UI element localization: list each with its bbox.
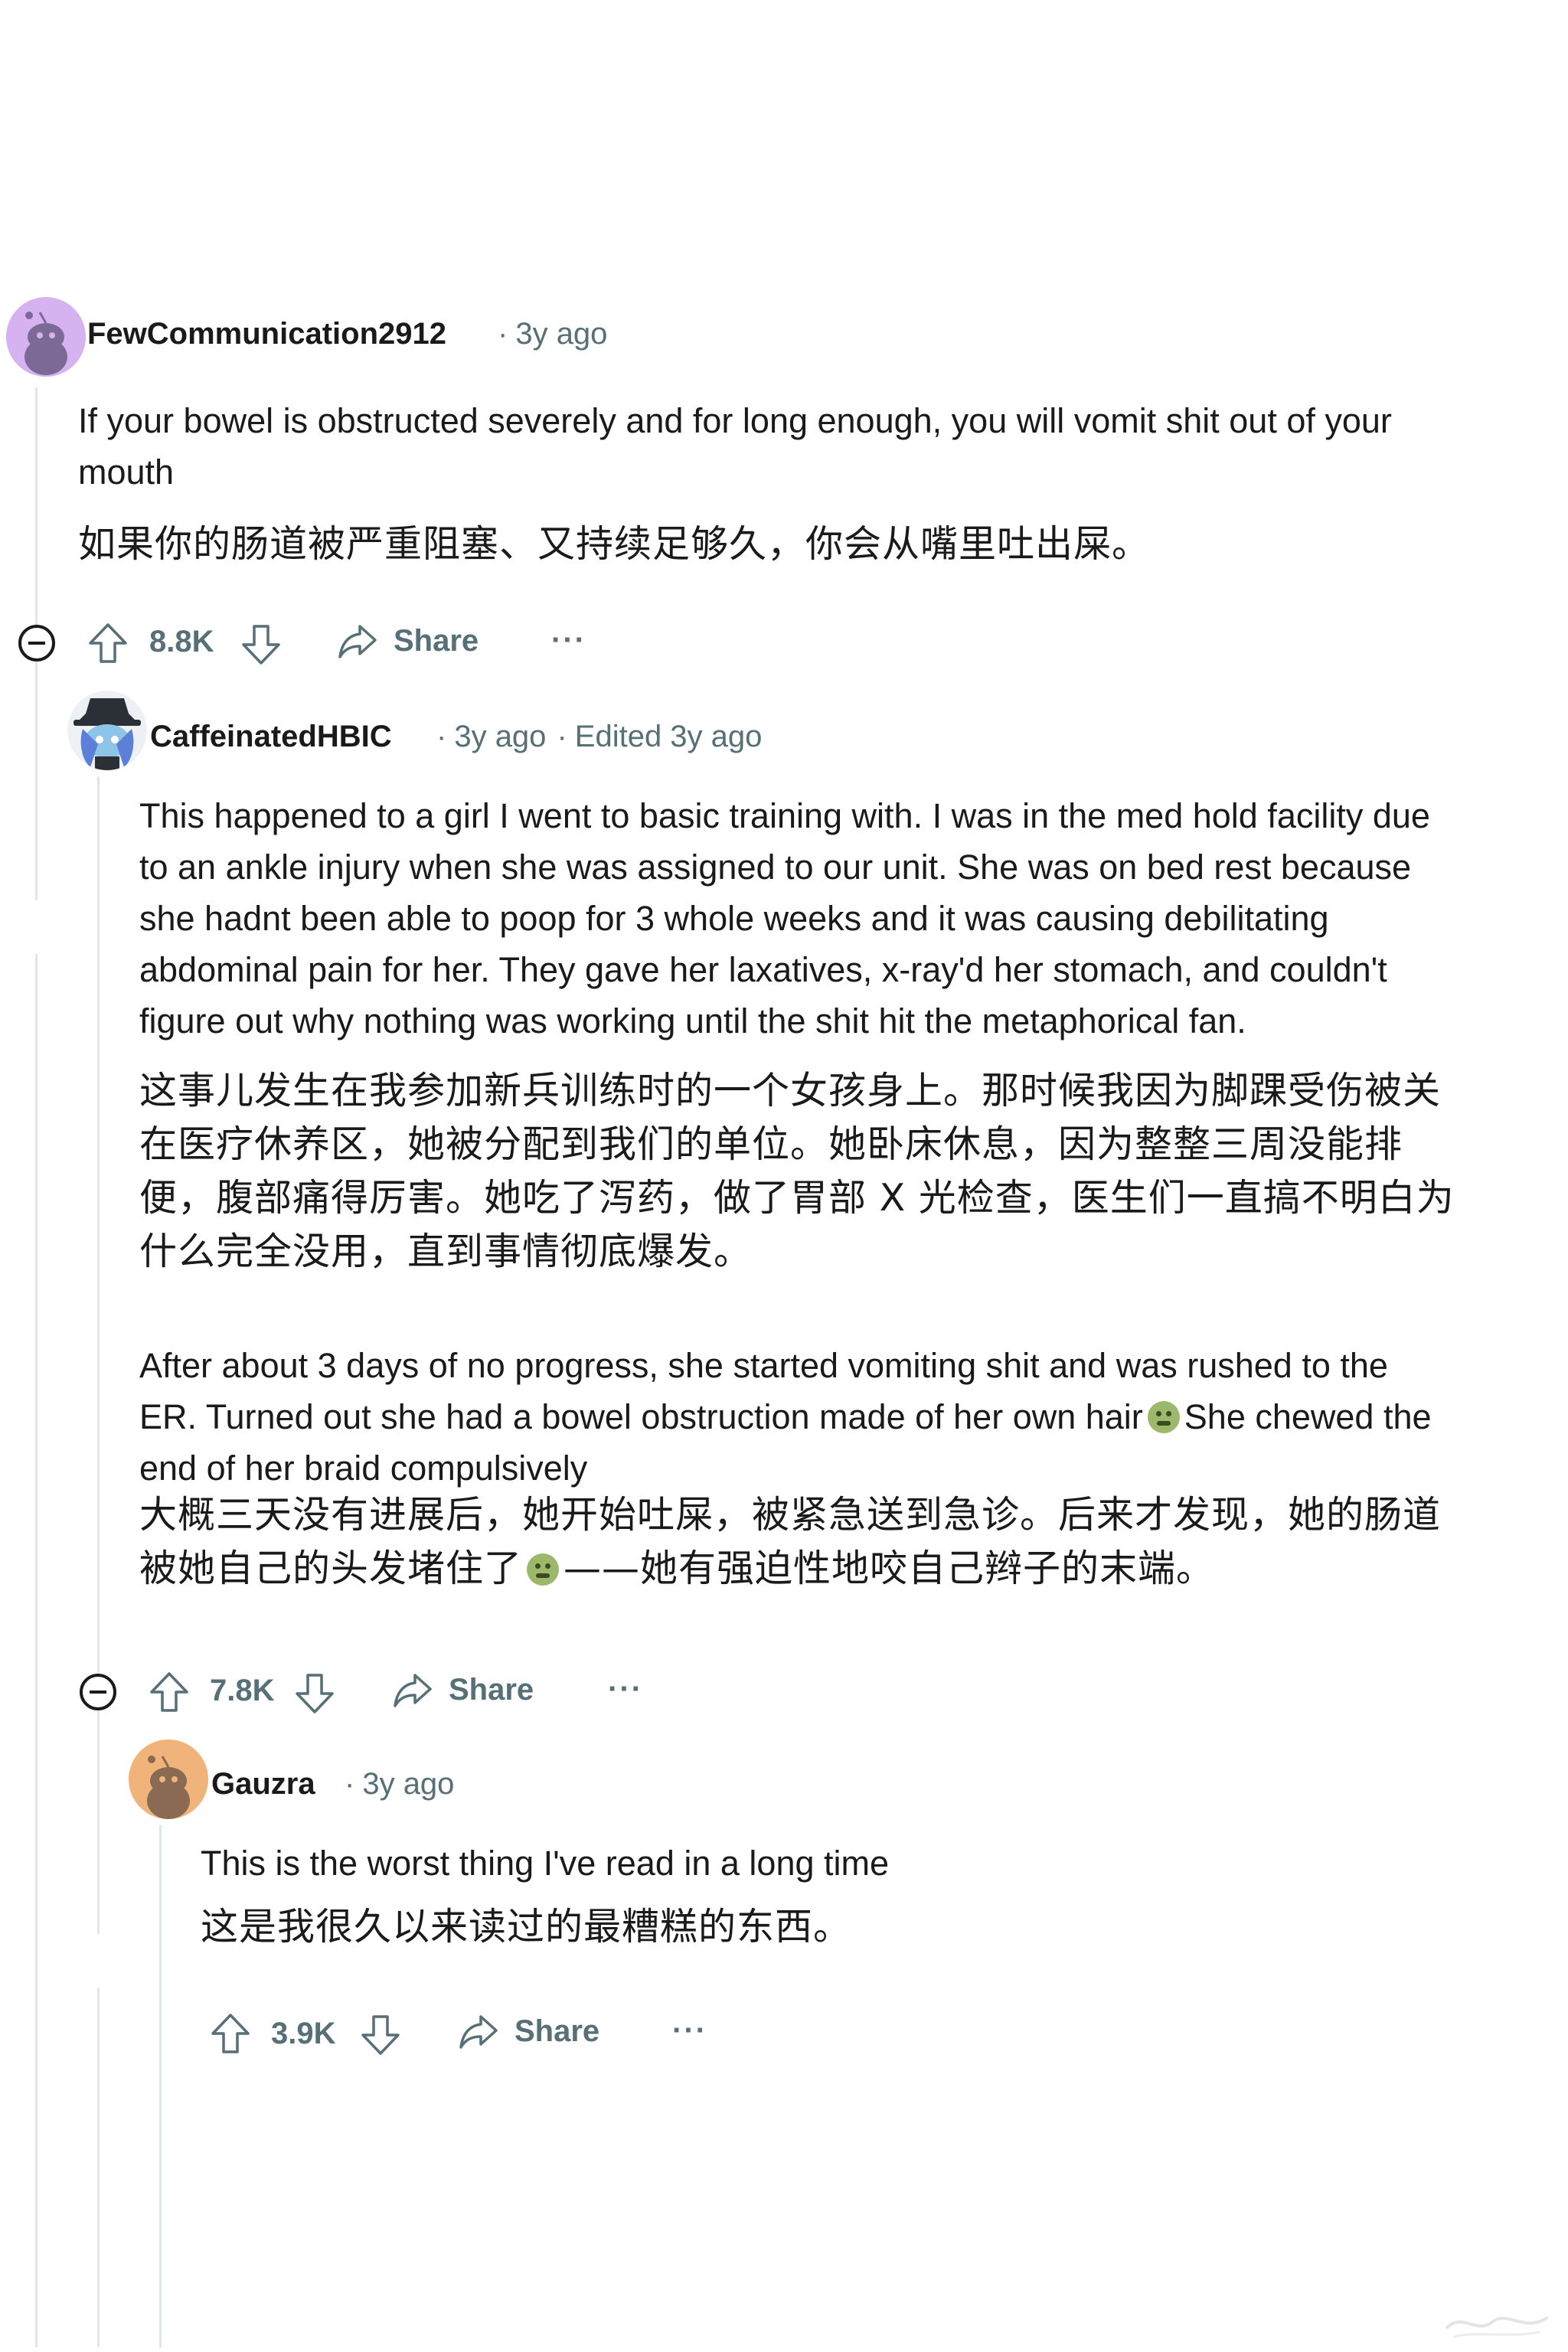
thread-line-level2[interactable] [97,776,100,1934]
thread-line-level2-continued[interactable] [97,1988,100,2347]
body-line: 大概三天没有进展后，她开始吐屎，被紧急送到急诊。后来才发现，她的肠道 [139,1493,1442,1537]
more-options-button[interactable]: ··· [672,2014,707,2048]
body-line: 什么完全没用，直到事情彻底爆发。 [139,1230,753,1273]
vote-count: 3.9K [271,2017,336,2050]
share-button[interactable]: Share [458,2012,599,2050]
body-line: 这事儿发生在我参加新兵训练时的一个女孩身上。那时候我因为脚踝受伤被关 [139,1069,1442,1112]
downvote-button[interactable] [240,623,282,666]
body-line: mouth [78,452,175,492]
share-button[interactable]: Share [392,1671,534,1709]
avatar[interactable] [67,691,147,770]
more-options-button[interactable]: ··· [608,1672,643,1707]
avatar[interactable] [129,1740,208,1819]
comment-body-zh: 这事儿发生在我参加新兵训练时的一个女孩身上。那时候我因为脚踝受伤被关 在医疗休养… [139,1064,1548,1279]
snoo-avatar-icon [6,297,86,377]
body-line: 便，腹部痛得厉害。她吃了泻药，做了胃部 X 光检查，医生们一直搞不明白为 [139,1176,1455,1220]
avatar[interactable] [6,297,86,377]
collapse-button[interactable] [17,623,57,663]
comment-body-en-2: After about 3 days of no progress, she s… [139,1340,1548,1494]
comment-meta: · 3y ago [345,1767,455,1801]
body-line: This happened to a girl I went to basic … [139,796,1430,835]
downvote-arrow-icon [361,2015,400,2055]
share-arrow-icon [459,2015,498,2049]
upvote-button[interactable] [149,1671,190,1713]
upvote-button[interactable] [87,622,129,665]
thread-line-level1-continued[interactable] [35,954,38,2347]
nauseated-face-emoji-icon [1147,1401,1180,1433]
body-line: figure out why nothing was working until… [139,1001,1246,1040]
body-line: ER. Turned out she had a bowel obstructi… [139,1391,1548,1442]
share-arrow-icon [394,1674,432,1707]
share-label: Share [514,2014,600,2048]
username[interactable]: CaffeinatedHBIC [150,720,392,754]
watermark-logo [1446,2316,1548,2338]
body-line: 在医疗休养区，她被分配到我们的单位。她卧床休息，因为整整三周没能排 [139,1122,1403,1166]
body-text: She chewed the [1184,1397,1432,1436]
comment-body-zh-2: 大概三天没有进展后，她开始吐屎，被紧急送到急诊。后来才发现，她的肠道 被她自己的… [139,1488,1548,1596]
comment-body-en: This happened to a girl I went to basic … [139,790,1548,1047]
body-text: ——她有强迫性地咬自己辫子的末端。 [564,1547,1215,1590]
body-line: abdominal pain for her. They gave her la… [139,950,1387,989]
body-line: This is the worst thing I've read in a l… [201,1844,890,1883]
body-line: 这是我很久以来读过的最糟糕的东西。 [201,1905,852,1949]
body-line: If your bowel is obstructed severely and… [78,401,1392,440]
upvote-arrow-icon [211,2014,250,2053]
edited-label: Edited 3y ago [574,720,763,753]
upvote-button[interactable] [210,2012,251,2055]
vote-count: 7.8K [210,1674,275,1707]
comment-body-zh: 这是我很久以来读过的最糟糕的东西。 [201,1900,1548,1954]
username[interactable]: FewCommunication2912 [87,317,446,351]
upvote-arrow-icon [89,623,127,663]
share-label: Share [449,1672,534,1707]
body-text: 被她自己的头发堵住了 [139,1547,523,1590]
downvote-arrow-icon [296,1674,334,1713]
upvote-arrow-icon [150,1672,188,1712]
body-line: to an ankle injury when she was assigned… [139,848,1412,887]
collapse-button[interactable] [78,1672,118,1712]
downvote-button[interactable] [294,1672,335,1715]
body-line: end of her braid compulsively [139,1449,588,1488]
snoo-avatar-icon [129,1740,208,1819]
share-button[interactable]: Share [337,622,479,660]
snoo-avatar-icon [67,691,147,770]
username[interactable]: Gauzra [211,1767,315,1802]
collapse-minus-icon [18,625,55,662]
comment-thread-panel: FewCommunication2912 · 3y ago If your bow… [0,280,1568,2347]
collapse-minus-icon [80,1674,116,1710]
body-line: 被她自己的头发堵住了 ——她有强迫性地咬自己辫子的末端。 [139,1542,1548,1596]
comment-meta: · 3y ago · Edited 3y ago [436,720,763,753]
timestamp[interactable]: 3y ago [362,1767,454,1801]
comment-meta: · 3y ago [498,317,608,351]
timestamp[interactable]: 3y ago [454,720,546,753]
downvote-button[interactable] [360,2014,401,2056]
share-arrow-icon [338,625,377,658]
nauseated-face-emoji-icon [527,1553,560,1586]
body-text: ER. Turned out she had a bowel obstructi… [139,1397,1143,1436]
body-line: she hadnt been able to poop for 3 whole … [139,899,1329,938]
body-line: 如果你的肠道被严重阻塞、又持续足够久，你会从嘴里吐出屎。 [78,522,1151,566]
body-line: After about 3 days of no progress, she s… [139,1346,1388,1385]
vote-count: 8.8K [149,625,214,658]
comment-body-en: If your bowel is obstructed severely and… [78,395,1533,498]
timestamp[interactable]: 3y ago [515,317,607,351]
share-label: Share [394,623,479,658]
more-options-button[interactable]: ··· [551,623,586,658]
thread-line-level3[interactable] [159,1825,162,2347]
comment-body-en: This is the worst thing I've read in a l… [201,1838,1548,1889]
comment-body-zh: 如果你的肠道被严重阻塞、又持续足够久，你会从嘴里吐出屎。 [78,518,1533,571]
downvote-arrow-icon [242,625,280,665]
